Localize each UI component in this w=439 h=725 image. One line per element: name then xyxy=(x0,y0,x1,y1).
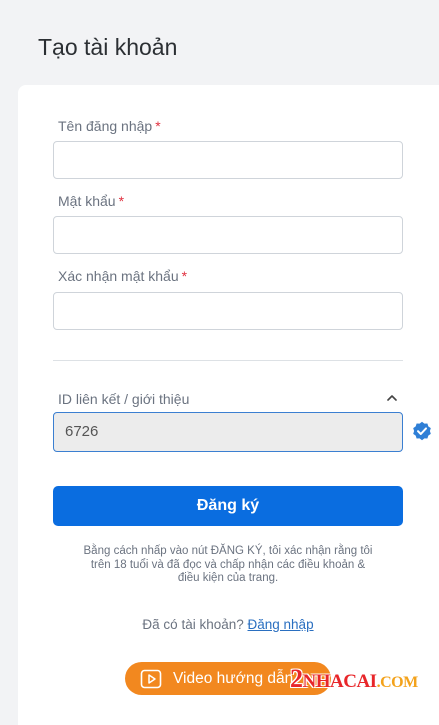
password-input[interactable] xyxy=(53,216,403,254)
username-label: Tên đăng nhập * xyxy=(58,118,161,134)
required-mark: * xyxy=(155,118,161,134)
referral-input[interactable]: 6726 xyxy=(53,412,403,452)
watermark-logo: 2NHACAI.COM xyxy=(290,664,418,693)
confirm-password-label: Xác nhận mật khẩu * xyxy=(58,268,188,284)
login-prompt: Đã có tài khoản? Đăng nhập xyxy=(53,617,403,632)
chevron-up-icon[interactable] xyxy=(387,393,397,403)
password-label: Mật khẩu * xyxy=(58,193,125,209)
required-mark: * xyxy=(118,193,125,209)
username-input[interactable] xyxy=(53,141,403,179)
login-link[interactable]: Đăng nhập xyxy=(248,617,314,632)
register-button[interactable]: Đăng ký xyxy=(53,486,403,526)
confirm-password-input[interactable] xyxy=(53,292,403,330)
referral-label: ID liên kết / giới thiệu xyxy=(58,391,190,407)
required-mark: * xyxy=(181,268,188,284)
video-guide-label: Video hướng dẫn xyxy=(173,669,294,687)
page-title: Tạo tài khoản xyxy=(38,34,178,60)
verified-check-icon xyxy=(413,421,431,441)
login-prompt-text: Đã có tài khoản? xyxy=(142,617,244,632)
divider xyxy=(53,360,403,361)
play-video-icon xyxy=(140,669,162,688)
terms-text: Bằng cách nhấp vào nút ĐĂNG KÝ, tôi xác … xyxy=(83,545,373,584)
